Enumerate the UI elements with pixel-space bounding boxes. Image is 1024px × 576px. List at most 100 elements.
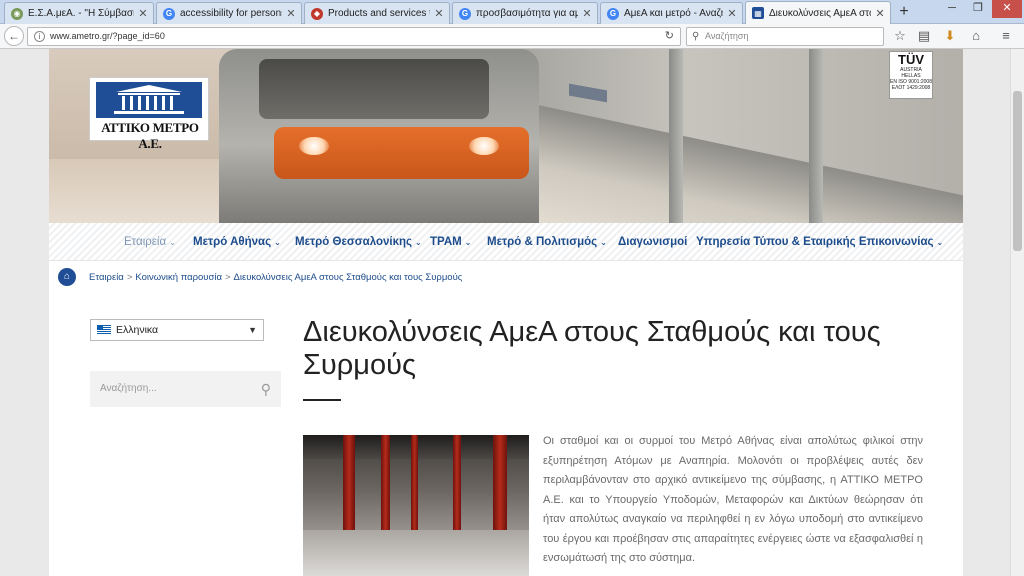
station-photo [303,435,529,576]
browser-tab[interactable]: ◉ Ε.Σ.Α.μεΑ. - "Η Σύμβαση ✕ [4,2,154,24]
close-tab-icon[interactable]: ✕ [433,7,445,20]
greek-flag-icon [97,325,111,334]
google-icon: G [607,7,619,20]
new-tab-button[interactable]: + [895,4,913,22]
breadcrumb-separator: > [126,272,133,283]
photo-floor [303,530,529,576]
menu-item-label: Μετρό Θεσσαλονίκης [295,236,412,248]
sidebar-search-input[interactable]: Αναζήτηση... ⚲ [90,371,281,407]
page-title: Διευκολύνσεις ΑμεΑ στους Σταθμούς και το… [303,316,881,381]
headlight-icon [469,137,499,155]
download-icon[interactable]: ⬇ [942,28,958,44]
google-icon: G [459,7,471,20]
page-scrollbar[interactable] [1010,49,1024,576]
browser-tab[interactable]: ◆ Products and services to i ✕ [304,2,450,24]
chevron-down-icon: ⌄ [600,238,607,247]
reading-list-icon[interactable]: ▤ [916,28,932,44]
scrollbar-thumb[interactable] [1013,91,1022,251]
menu-item-label: Διαγωνισμοί [618,236,688,248]
address-bar[interactable]: i www.ametro.gr/?page_id=60 ↻ [27,27,681,46]
menu-item-metro-culture[interactable]: Μετρό & Πολιτισμός ⌄ [487,223,607,261]
browser-tab[interactable]: G προσβασιμότητα για αμε ✕ [452,2,598,24]
search-icon: ⚲ [692,31,700,42]
menu-item-company[interactable]: Εταιρεία ⌄ [124,223,176,261]
menu-item-tenders[interactable]: Διαγωνισμοί [618,223,687,261]
title-divider [303,399,341,401]
menu-item-label: Υπηρεσία Τύπου & Εταιρικής Επικοινωνίας [696,236,934,248]
language-label: Ελληνικα [116,324,159,336]
close-tab-icon[interactable]: ✕ [581,7,593,20]
tuv-line: ΕΛΟΤ 1429:2008 [891,85,931,91]
banner-pillar [669,49,683,223]
site-container: ΑΤΤΙΚΟ ΜΕΤΡΟ Α.Ε. TÜV AUSTRIA HELLAS EN … [49,49,963,576]
tab-label: Products and services to i [328,8,430,19]
menu-item-label: Εταιρεία [124,236,167,248]
home-icon[interactable]: ⌂ [968,28,984,44]
menu-item-label: Μετρό & Πολιτισμός [487,236,598,248]
browser-tab[interactable]: G ΑμεΑ και μετρό - Αναζήτη ✕ [600,2,743,24]
breadcrumb-link[interactable]: Εταιρεία [89,272,124,283]
menu-item-label: Μετρό Αθήνας [193,236,272,248]
headlight-icon [299,137,329,155]
tuv-certification-badge: TÜV AUSTRIA HELLAS EN ISO 9001:2008 ΕΛΟΤ… [889,51,933,99]
main-menu: Εταιρεία ⌄ Μετρό Αθήνας ⌄ Μετρό Θεσσαλονίκ… [49,223,963,261]
article-body: Οι σταθμοί και οι συρμοί του Μετρό Αθήνα… [543,435,923,564]
language-select[interactable]: Ελληνικα ▼ [90,319,264,341]
tab-label: προσβασιμότητα για αμε [476,8,578,19]
chevron-down-icon: ⌄ [415,238,422,247]
header-banner-photo: ΑΤΤΙΚΟ ΜΕΤΡΟ Α.Ε. TÜV AUSTRIA HELLAS EN … [49,49,963,223]
breadcrumb-home-icon[interactable]: ⌂ [58,268,76,286]
menu-item-athens-metro[interactable]: Μετρό Αθήνας ⌄ [193,223,281,261]
info-icon[interactable]: i [34,31,45,42]
banner-train-window [259,59,489,119]
google-icon: G [163,7,175,20]
close-tab-icon[interactable]: ✕ [726,7,738,20]
close-tab-icon[interactable]: ✕ [285,7,297,20]
tab-label: accessibility for persons w [180,8,282,19]
breadcrumb-current[interactable]: Διευκολύνσεις ΑμεΑ στους Σταθμούς και το… [234,272,463,283]
chevron-down-icon: ⌄ [274,238,281,247]
browser-nav-bar: ← i www.ametro.gr/?page_id=60 ↻ ⚲ Αναζήτ… [0,24,1024,49]
banner-platform [519,101,963,223]
breadcrumb-separator: > [224,272,231,283]
search-icon[interactable]: ⚲ [261,371,271,407]
close-window-icon[interactable]: ✕ [992,0,1022,18]
restore-icon[interactable]: ❐ [966,0,990,18]
banner-pillar [809,49,823,223]
ametro-icon: ▦ [752,7,764,19]
dropdown-arrow-icon: ▼ [248,325,257,335]
logo-emblem-icon [96,82,202,118]
page-icon: ◆ [311,7,323,20]
banner-bench [569,83,607,103]
tuv-brand: TÜV [898,52,924,67]
browser-search-input[interactable]: ⚲ Αναζήτηση [686,27,884,46]
search-placeholder: Αναζήτηση [705,31,749,41]
menu-item-thessaloniki-metro[interactable]: Μετρό Θεσσαλονίκης ⌄ [295,223,422,261]
browser-tab-strip: ◉ Ε.Σ.Α.μεΑ. - "Η Σύμβαση ✕ G accessibil… [0,0,1024,24]
logo-text: ΑΤΤΙΚΟ ΜΕΤΡΟ Α.Ε. [101,120,199,151]
tab-label: Διευκολύνσεις ΑμεΑ στους [769,7,871,19]
page-viewport: ΑΤΤΙΚΟ ΜΕΤΡΟ Α.Ε. TÜV AUSTRIA HELLAS EN … [0,49,1010,576]
chevron-down-icon: ⌄ [936,238,944,247]
browser-tab[interactable]: G accessibility for persons w ✕ [156,2,302,24]
menu-item-label: ΤΡΑΜ [430,236,462,248]
browser-tab-active[interactable]: ▦ Διευκολύνσεις ΑμεΑ στους ✕ [745,1,891,24]
menu-icon[interactable]: ≡ [998,28,1014,44]
back-arrow-icon[interactable]: ← [4,26,24,46]
close-tab-icon[interactable]: ✕ [137,7,149,20]
sidebar-search-placeholder: Αναζήτηση... [100,383,157,394]
tab-label: Ε.Σ.Α.μεΑ. - "Η Σύμβαση [28,8,134,19]
menu-item-press-office[interactable]: Υπηρεσία Τύπου & Εταιρικής Επικοινωνίας ⌄ [696,223,943,261]
site-logo[interactable]: ΑΤΤΙΚΟ ΜΕΤΡΟ Α.Ε. [89,77,209,151]
breadcrumb-link[interactable]: Κοινωνική παρουσία [135,272,222,283]
close-tab-icon[interactable]: ✕ [874,7,886,20]
reload-icon[interactable]: ↻ [665,28,674,45]
bookmark-star-icon[interactable]: ☆ [892,28,908,44]
chevron-down-icon: ⌄ [169,238,176,247]
url-text: www.ametro.gr/?page_id=60 [50,31,165,41]
chevron-down-icon: ⌄ [464,238,472,247]
minimize-icon[interactable]: ─ [940,0,964,18]
menu-item-tram[interactable]: ΤΡΑΜ ⌄ [430,223,471,261]
tab-label: ΑμεΑ και μετρό - Αναζήτη [624,8,723,19]
globe-icon: ◉ [11,7,23,20]
